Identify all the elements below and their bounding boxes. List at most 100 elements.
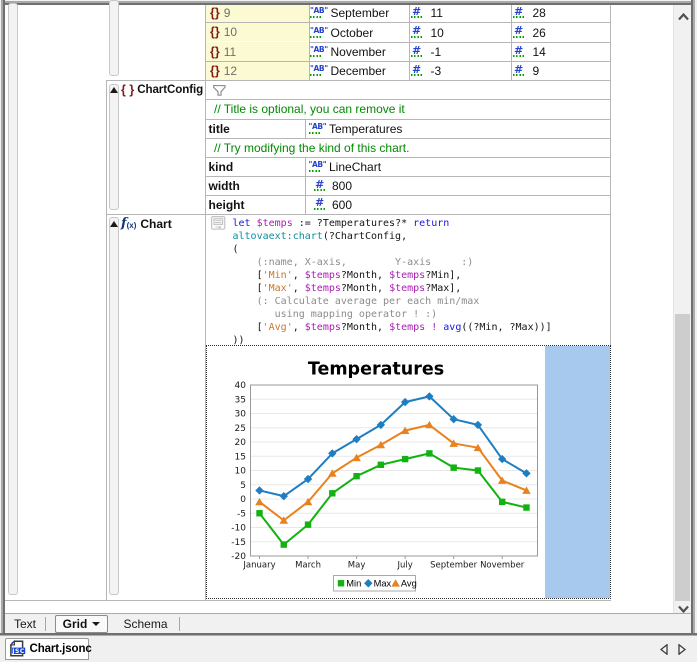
svg-text:July: July bbox=[396, 560, 412, 570]
max-value[interactable]: 14 bbox=[533, 45, 546, 59]
modified-dots bbox=[513, 74, 524, 76]
row-index-cell[interactable]: {}10 bbox=[206, 23, 309, 42]
collapse-icon-chartconfig[interactable] bbox=[110, 87, 118, 93]
field-name[interactable]: kind bbox=[209, 160, 234, 174]
tab-scroll-right-icon[interactable] bbox=[678, 644, 686, 655]
row-index: 9 bbox=[224, 6, 231, 20]
field-value[interactable]: 800 bbox=[332, 179, 352, 193]
string-type-icon: "AB" bbox=[310, 46, 328, 54]
chartconfig-header-row: { } ChartConfig bbox=[106, 80, 611, 99]
number-type-icon: # bbox=[315, 180, 324, 190]
tab-schema[interactable]: Schema bbox=[117, 614, 174, 634]
code-token-var: $temps bbox=[257, 218, 293, 229]
tab-scroll-left-icon[interactable] bbox=[660, 644, 668, 655]
scrollbar-thumb[interactable] bbox=[675, 314, 690, 601]
json-grid-editor-window: {}9"AB"September#11#28{}10"AB"October#10… bbox=[0, 0, 697, 662]
code-token-pl: [ bbox=[233, 322, 263, 333]
temperature-row: {}10"AB"October#10#26 bbox=[205, 22, 610, 42]
tab-grid-label: Grid bbox=[63, 617, 88, 631]
svg-text:30: 30 bbox=[235, 409, 247, 419]
string-type-icon: "AB" bbox=[309, 161, 327, 169]
tab-text[interactable]: Text bbox=[5, 614, 45, 634]
code-line: ( bbox=[233, 243, 552, 256]
code-token-pl: [ bbox=[233, 270, 263, 281]
field-value[interactable]: Temperatures bbox=[329, 122, 402, 136]
file-tab-active[interactable]: JSC Chart.jsonc bbox=[5, 638, 89, 661]
code-token-pl: , bbox=[293, 283, 305, 294]
code-line: altovaext:chart(?ChartConfig, bbox=[233, 230, 552, 243]
chart-result-cell[interactable]: -20-15-10-50510152025303540JanuaryMarchM… bbox=[206, 345, 611, 598]
number-type-icon: # bbox=[514, 46, 523, 56]
modified-dots bbox=[411, 36, 422, 38]
number-type-icon: # bbox=[514, 26, 523, 36]
number-type-icon: # bbox=[514, 7, 523, 17]
object-icon: {} bbox=[210, 64, 220, 78]
row-index-cell[interactable]: {}9 bbox=[206, 4, 309, 22]
field-name[interactable]: width bbox=[209, 179, 240, 193]
code-line: let $temps := ?Temperatures?* return bbox=[233, 217, 552, 230]
field-name[interactable]: height bbox=[209, 198, 245, 212]
svg-text:15: 15 bbox=[235, 452, 246, 462]
chart-name[interactable]: Chart bbox=[140, 217, 171, 231]
field-name[interactable]: title bbox=[209, 122, 230, 136]
temperature-row: {}12"AB"December#-3#9 bbox=[205, 61, 610, 80]
svg-text:5: 5 bbox=[240, 480, 246, 490]
code-token-str: 'Min' bbox=[263, 270, 293, 281]
min-value[interactable]: 11 bbox=[431, 6, 443, 20]
chartconfig-collapse-bar[interactable] bbox=[109, 84, 119, 210]
temperature-row: {}9"AB"September#11#28 bbox=[205, 3, 610, 22]
month-value[interactable]: November bbox=[331, 45, 386, 59]
svg-text:-10: -10 bbox=[231, 523, 246, 533]
svg-text:March: March bbox=[295, 560, 321, 570]
code-line: (:name, X-axis, Y-axis :) bbox=[233, 256, 552, 269]
chevron-down-icon bbox=[92, 622, 100, 626]
min-value[interactable]: 10 bbox=[431, 26, 444, 40]
vertical-scrollbar[interactable] bbox=[673, 5, 691, 614]
svg-text:0: 0 bbox=[240, 495, 246, 505]
month-value[interactable]: September bbox=[331, 6, 390, 20]
config-field-row: width #800 bbox=[205, 176, 610, 195]
svg-text:25: 25 bbox=[235, 423, 246, 433]
code-token-var: $temps bbox=[305, 283, 341, 294]
filter-funnel-icon[interactable] bbox=[213, 85, 226, 96]
max-value[interactable]: 28 bbox=[533, 6, 546, 20]
field-value[interactable]: 600 bbox=[332, 198, 352, 212]
code-token-kw: avg bbox=[443, 322, 461, 333]
formula-code[interactable]: let $temps := ?Temperatures?* returnalto… bbox=[233, 217, 552, 348]
row-index-cell[interactable]: {}11 bbox=[206, 42, 309, 61]
field-value[interactable]: LineChart bbox=[329, 160, 381, 174]
code-token-com: (: Calculate average per each min/max bbox=[233, 296, 480, 307]
modified-dots bbox=[314, 208, 325, 210]
row-index-cell[interactable]: {}12 bbox=[206, 62, 309, 80]
modified-dots bbox=[310, 55, 321, 57]
chart-collapse-bar[interactable] bbox=[109, 217, 119, 596]
modified-dots bbox=[411, 55, 422, 57]
object-icon: {} bbox=[210, 45, 220, 59]
root-collapse-bar[interactable] bbox=[8, 3, 18, 595]
min-value[interactable]: -3 bbox=[431, 64, 442, 78]
code-line: using mapping operator ! :) bbox=[233, 308, 552, 321]
code-token-kw: return bbox=[413, 218, 449, 229]
collapse-icon-chart[interactable] bbox=[110, 221, 118, 227]
svg-text:November: November bbox=[480, 560, 525, 570]
modified-dots bbox=[310, 16, 321, 18]
code-token-pl: [ bbox=[233, 283, 263, 294]
chartconfig-name[interactable]: ChartConfig bbox=[137, 83, 203, 96]
comment-text[interactable]: // Try modifying the kind of this chart. bbox=[214, 141, 409, 155]
code-token-pl: (?ChartConfig, bbox=[323, 231, 407, 242]
max-value[interactable]: 26 bbox=[533, 26, 546, 40]
string-type-icon: "AB" bbox=[310, 65, 328, 73]
config-field-row: height#600 bbox=[205, 195, 610, 213]
number-type-icon: # bbox=[412, 46, 421, 56]
temperatures-collapse-bar[interactable] bbox=[109, 0, 119, 76]
code-token-pl: , bbox=[293, 322, 305, 333]
scroll-up-icon[interactable] bbox=[678, 13, 689, 22]
jsonc-file-icon: JSC bbox=[9, 640, 26, 657]
tab-grid[interactable]: Grid bbox=[55, 615, 108, 633]
max-value[interactable]: 9 bbox=[533, 64, 540, 78]
month-value[interactable]: December bbox=[331, 64, 386, 78]
number-type-icon: # bbox=[412, 7, 421, 17]
min-value[interactable]: -1 bbox=[431, 45, 442, 59]
month-value[interactable]: October bbox=[331, 26, 374, 40]
comment-text[interactable]: // Title is optional, you can remove it bbox=[214, 102, 405, 116]
